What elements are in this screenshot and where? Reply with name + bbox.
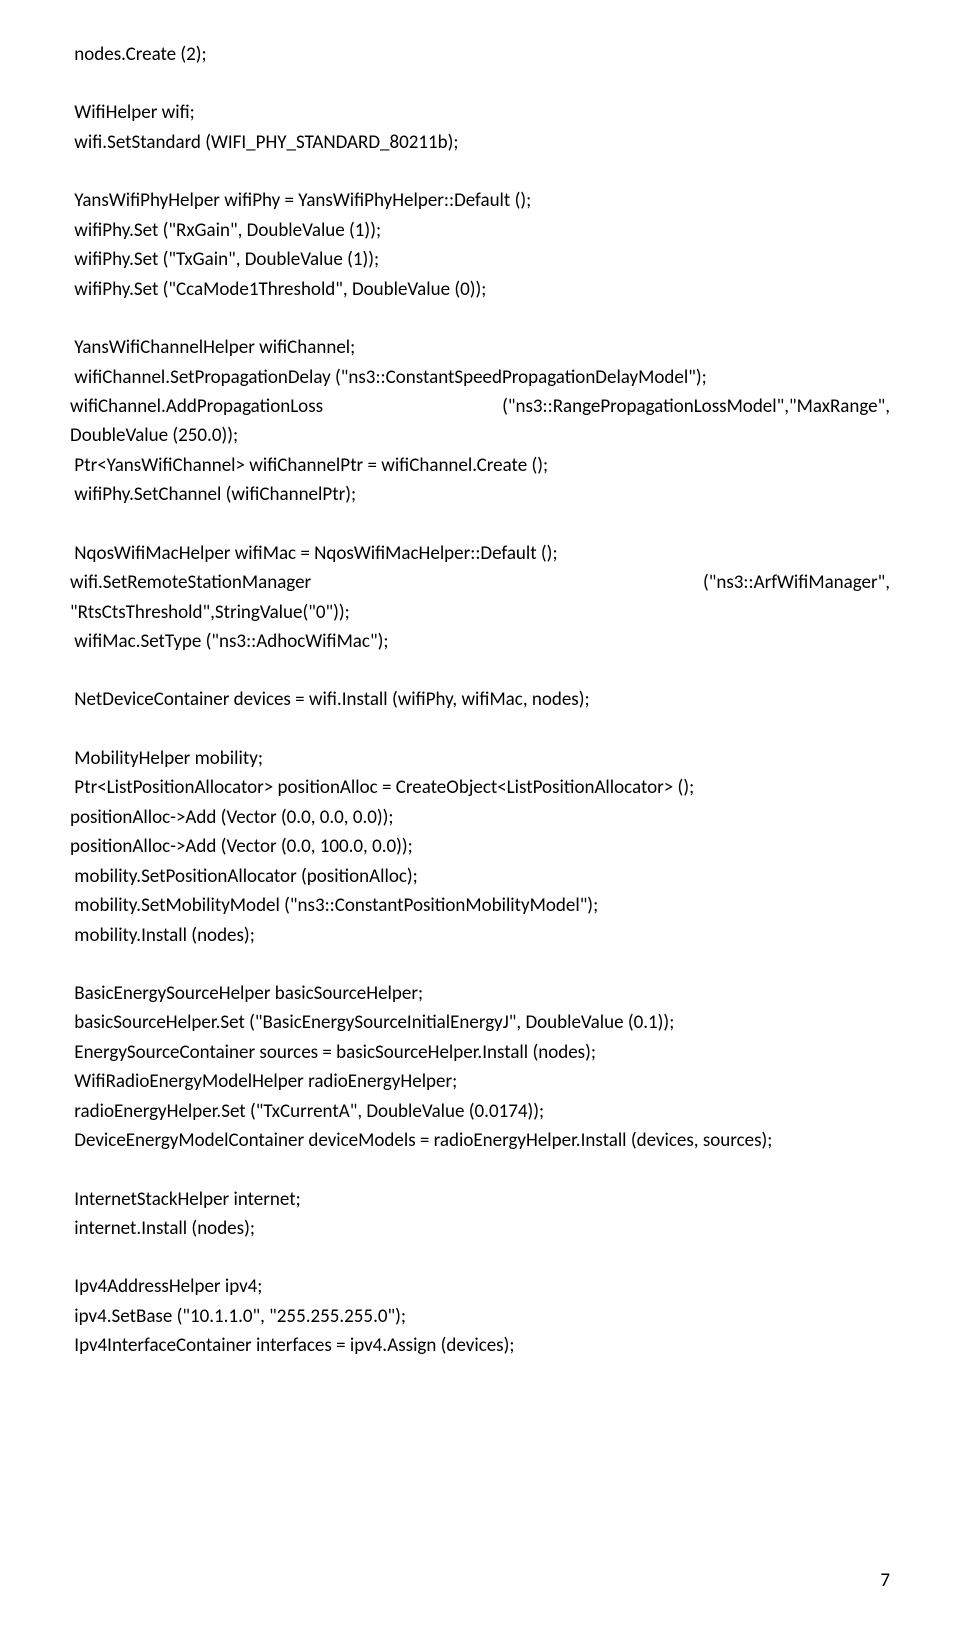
code-line: "RtsCtsThreshold",StringValue("0")); (70, 598, 890, 627)
code-line: wifiPhy.SetChannel (wifiChannelPtr); (70, 480, 890, 509)
code-line: wifiPhy.Set ("TxGain", DoubleValue (1)); (70, 245, 890, 274)
code-line: YansWifiChannelHelper wifiChannel; (70, 333, 890, 362)
code-line: mobility.Install (nodes); (70, 921, 890, 950)
code-line: nodes.Create (2); (70, 40, 890, 69)
code-line: NqosWifiMacHelper wifiMac = NqosWifiMacH… (70, 539, 890, 568)
code-line: DeviceEnergyModelContainer deviceModels … (70, 1126, 890, 1155)
code-line: mobility.SetMobilityModel ("ns3::Constan… (70, 891, 890, 920)
page: nodes.Create (2); WifiHelper wifi; wifi.… (0, 0, 960, 1630)
code-line: Ptr<YansWifiChannel> wifiChannelPtr = wi… (70, 451, 890, 480)
page-number: 7 (880, 1569, 890, 1592)
code-line: mobility.SetPositionAllocator (positionA… (70, 862, 890, 891)
code-line: basicSourceHelper.Set ("BasicEnergySourc… (70, 1008, 890, 1037)
code-line-right: ("ns3::RangePropagationLossModel","MaxRa… (502, 392, 890, 421)
code-line: WifiHelper wifi; (70, 98, 890, 127)
code-line: Ptr<ListPositionAllocator> positionAlloc… (70, 773, 890, 802)
code-line: WifiRadioEnergyModelHelper radioEnergyHe… (70, 1067, 890, 1096)
code-line-right: ("ns3::ArfWifiManager", (703, 568, 890, 597)
code-line-left: wifi.SetRemoteStationManager (70, 568, 311, 597)
code-line: Ipv4InterfaceContainer interfaces = ipv4… (70, 1331, 890, 1360)
code-line: ipv4.SetBase ("10.1.1.0", "255.255.255.0… (70, 1302, 890, 1331)
code-line: NetDeviceContainer devices = wifi.Instal… (70, 685, 890, 714)
code-line: Ipv4AddressHelper ipv4; (70, 1272, 890, 1301)
code-line: InternetStackHelper internet; (70, 1185, 890, 1214)
code-line: positionAlloc->Add (Vector (0.0, 0.0, 0.… (70, 803, 890, 832)
code-line: MobilityHelper mobility; (70, 744, 890, 773)
code-line: BasicEnergySourceHelper basicSourceHelpe… (70, 979, 890, 1008)
code-line: radioEnergyHelper.Set ("TxCurrentA", Dou… (70, 1097, 890, 1126)
code-line: wifiPhy.Set ("CcaMode1Threshold", Double… (70, 275, 890, 304)
code-line: wifi.SetStandard (WIFI_PHY_STANDARD_8021… (70, 128, 890, 157)
code-line: EnergySourceContainer sources = basicSou… (70, 1038, 890, 1067)
code-line-justified: wifiChannel.AddPropagationLoss ("ns3::Ra… (70, 392, 890, 421)
code-line: wifiChannel.SetPropagationDelay ("ns3::C… (70, 363, 890, 392)
code-line: wifiPhy.Set ("RxGain", DoubleValue (1)); (70, 216, 890, 245)
code-line: DoubleValue (250.0)); (70, 421, 890, 450)
code-line-left: wifiChannel.AddPropagationLoss (70, 392, 323, 421)
code-line: internet.Install (nodes); (70, 1214, 890, 1243)
code-line: YansWifiPhyHelper wifiPhy = YansWifiPhyH… (70, 186, 890, 215)
code-line: positionAlloc->Add (Vector (0.0, 100.0, … (70, 832, 890, 861)
code-line-justified: wifi.SetRemoteStationManager ("ns3::ArfW… (70, 568, 890, 597)
code-line: wifiMac.SetType ("ns3::AdhocWifiMac"); (70, 627, 890, 656)
